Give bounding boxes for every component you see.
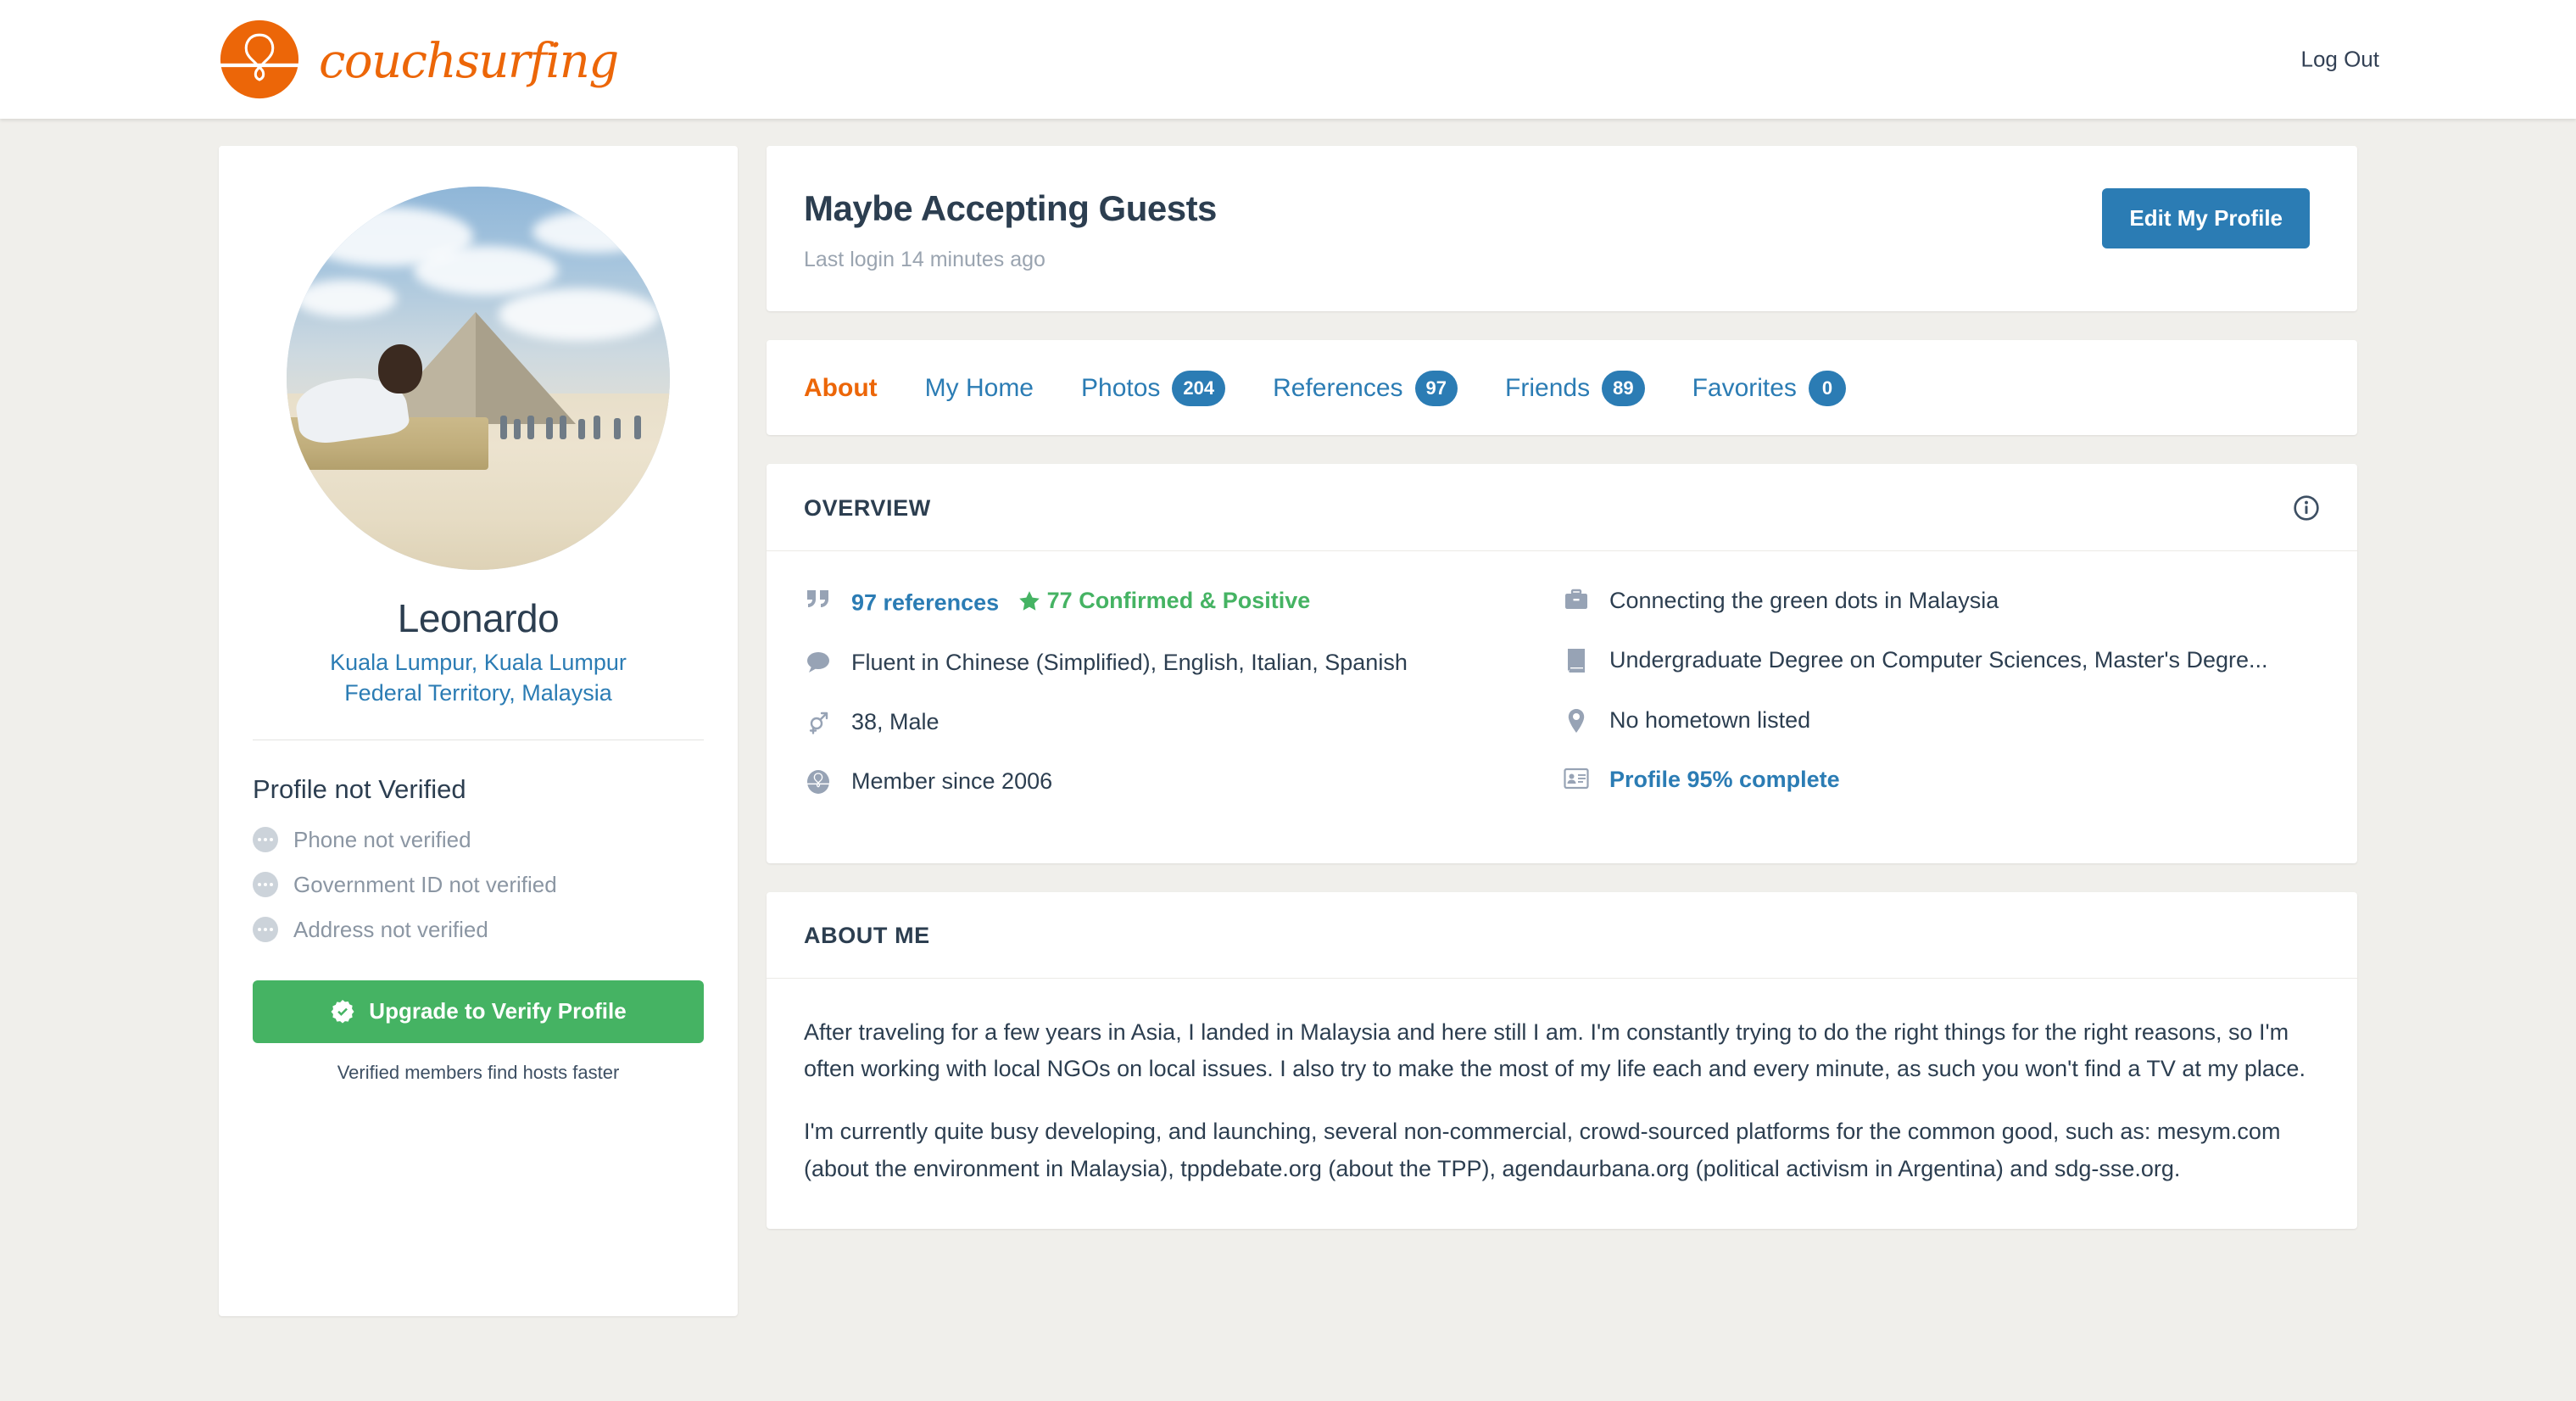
overview-heading: OVERVIEW xyxy=(804,494,931,521)
overview-references-text: 97 references 77 Confirmed & Positive xyxy=(851,585,1310,619)
confirmed-positive-text: 77 Confirmed & Positive xyxy=(1046,588,1311,613)
references-link[interactable]: 97 references xyxy=(851,590,999,616)
couchsurfing-balloon-logo-icon xyxy=(220,20,299,99)
profile-sidebar: Leonardo Kuala Lumpur, Kuala Lumpur Fede… xyxy=(219,146,738,1316)
verification-item-phone: Phone not verified xyxy=(253,827,704,853)
overview-right-column: Connecting the green dots in Malaysia Un… xyxy=(1562,585,2320,826)
overview-education-row: Undergraduate Degree on Computer Science… xyxy=(1562,645,2294,676)
overview-age-gender-row: 38, Male xyxy=(804,706,1536,738)
overview-references-row: 97 references 77 Confirmed & Positive xyxy=(804,585,1536,619)
profile-header-card: Maybe Accepting Guests Last login 14 min… xyxy=(767,146,2357,311)
avatar-container xyxy=(253,187,704,570)
upgrade-to-verify-profile-button[interactable]: Upgrade to Verify Profile xyxy=(253,980,704,1043)
book-icon xyxy=(1562,645,1591,673)
page-title: Maybe Accepting Guests xyxy=(804,188,1217,228)
about-me-header: ABOUT ME xyxy=(767,892,2357,979)
briefcase-icon xyxy=(1562,585,1591,612)
tab-my-home[interactable]: My Home xyxy=(925,374,1034,403)
overview-card: OVERVIEW 97 references 77 Confirmed & Po… xyxy=(767,464,2357,863)
overview-member-since-text: Member since 2006 xyxy=(851,768,1053,795)
verification-item-label: Government ID not verified xyxy=(293,871,557,897)
profile-location[interactable]: Kuala Lumpur, Kuala Lumpur Federal Terri… xyxy=(253,648,704,709)
verification-item-government-id: Government ID not verified xyxy=(253,872,704,898)
verification-item-label: Address not verified xyxy=(293,916,488,942)
brand-logo[interactable]: couchsurfing xyxy=(219,19,619,100)
verification-item-address: Address not verified xyxy=(253,917,704,943)
edit-my-profile-button[interactable]: Edit My Profile xyxy=(2102,188,2310,248)
profile-completeness-link[interactable]: Profile 95% complete xyxy=(1609,764,1840,795)
overview-header: OVERVIEW xyxy=(767,464,2357,551)
profile-name: Leonardo xyxy=(397,596,560,640)
tab-badge-photos: 204 xyxy=(1172,371,1226,406)
tab-about[interactable]: About xyxy=(804,374,878,403)
overview-languages-row: Fluent in Chinese (Simplified), English,… xyxy=(804,647,1536,678)
avatar-cloud xyxy=(414,246,558,295)
avatar-person-head xyxy=(378,344,422,394)
overview-education-text: Undergraduate Degree on Computer Science… xyxy=(1609,647,2268,673)
logout-link[interactable]: Log Out xyxy=(2300,47,2379,73)
overview-languages-text: Fluent in Chinese (Simplified), English,… xyxy=(851,649,1408,675)
ellipsis-circle-icon xyxy=(253,917,278,943)
profile-tabs: About My Home Photos 204 References 97 F… xyxy=(767,340,2357,435)
top-navigation-bar: couchsurfing Log Out xyxy=(0,0,2576,119)
confirmed-positive-group: 77 Confirmed & Positive xyxy=(1018,585,1311,617)
ellipsis-circle-icon xyxy=(253,827,278,853)
upgrade-subtext: Verified members find hosts faster xyxy=(337,1061,620,1083)
id-card-icon xyxy=(1562,764,1591,790)
about-me-heading: ABOUT ME xyxy=(804,922,930,948)
page-body: Leonardo Kuala Lumpur, Kuala Lumpur Fede… xyxy=(0,119,2576,1316)
tab-friends[interactable]: Friends 89 xyxy=(1505,371,1645,406)
verified-badge-icon xyxy=(331,999,354,1024)
tab-label: Favorites xyxy=(1692,374,1797,402)
about-me-paragraph: After traveling for a few years in Asia,… xyxy=(804,1019,2306,1082)
about-me-paragraph: I'm currently quite busy developing, and… xyxy=(804,1119,2281,1181)
tab-label: References xyxy=(1273,374,1403,402)
about-me-body: After traveling for a few years in Asia,… xyxy=(767,979,2357,1229)
overview-member-since-row: Member since 2006 xyxy=(804,766,1536,797)
couchsurfing-balloon-icon xyxy=(804,766,833,795)
tab-badge-favorites: 0 xyxy=(1808,371,1846,406)
avatar-cloud xyxy=(532,210,660,253)
info-circle-icon[interactable] xyxy=(2293,494,2320,522)
tab-favorites[interactable]: Favorites 0 xyxy=(1692,371,1846,406)
tab-label: My Home xyxy=(924,374,1034,402)
tab-label: Friends xyxy=(1505,374,1591,402)
star-icon xyxy=(1018,590,1040,611)
overview-age-gender-text: 38, Male xyxy=(851,709,940,735)
overview-profile-completeness-row: Profile 95% complete xyxy=(1562,764,2294,795)
overview-occupation-text: Connecting the green dots in Malaysia xyxy=(1609,588,1999,613)
verification-title: Profile not Verified xyxy=(253,773,466,804)
tab-badge-references: 97 xyxy=(1414,371,1458,406)
location-pin-icon xyxy=(1562,705,1591,734)
overview-left-column: 97 references 77 Confirmed & Positive Fl… xyxy=(804,585,1562,826)
profile-location-line-1: Kuala Lumpur, Kuala Lumpur xyxy=(330,650,627,675)
avatar[interactable] xyxy=(287,187,670,570)
tab-label: Photos xyxy=(1081,374,1161,402)
about-me-card: ABOUT ME After traveling for a few years… xyxy=(767,891,2357,1229)
profile-header-text: Maybe Accepting Guests Last login 14 min… xyxy=(804,188,1217,272)
overview-occupation-row: Connecting the green dots in Malaysia xyxy=(1562,585,2294,617)
verification-item-label: Phone not verified xyxy=(293,826,471,852)
profile-content: Maybe Accepting Guests Last login 14 min… xyxy=(767,146,2357,1258)
overview-body: 97 references 77 Confirmed & Positive Fl… xyxy=(767,551,2357,863)
ellipsis-circle-icon xyxy=(253,872,278,898)
upgrade-button-label: Upgrade to Verify Profile xyxy=(369,998,627,1024)
overview-hometown-text: No hometown listed xyxy=(1609,706,1811,733)
avatar-tourists xyxy=(499,409,660,440)
brand-wordmark: couchsurfing xyxy=(319,34,619,89)
profile-location-line-2: Federal Territory, Malaysia xyxy=(344,679,612,706)
last-login-text: Last login 14 minutes ago xyxy=(804,248,1045,271)
speech-bubble-icon xyxy=(804,647,833,674)
tab-photos[interactable]: Photos 204 xyxy=(1081,371,1226,406)
tab-badge-friends: 89 xyxy=(1602,371,1645,406)
tab-label: About xyxy=(804,374,878,402)
tab-references[interactable]: References 97 xyxy=(1273,371,1458,406)
overview-hometown-row: No hometown listed xyxy=(1562,705,2294,736)
quote-icon xyxy=(804,585,833,609)
gender-icon xyxy=(804,706,833,735)
